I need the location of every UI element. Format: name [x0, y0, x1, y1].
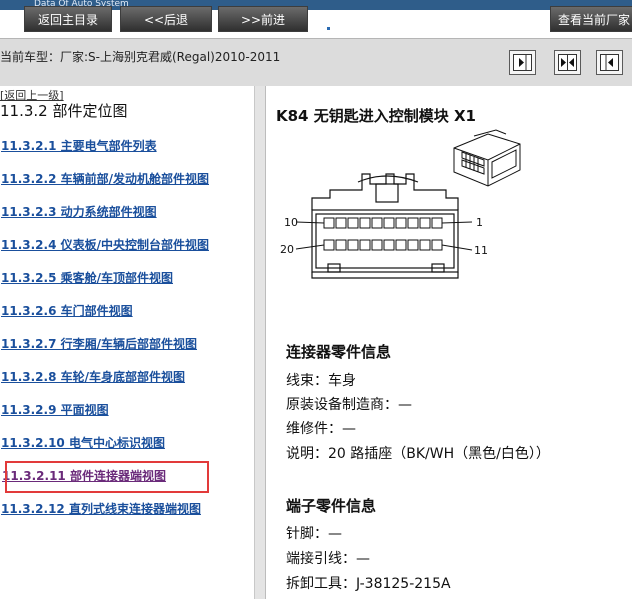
sidebar-item-doors[interactable]: 11.3.2.6 车门部件视图 [1, 302, 133, 319]
connector-harness: 线束：车身 [286, 373, 356, 389]
pin-label-20: 20 [280, 243, 294, 256]
layout-left-icon[interactable] [509, 50, 536, 75]
sidebar-item-inline-connectors[interactable]: 11.3.2.12 直列式线束连接器端视图 [1, 500, 201, 517]
sidebar-item-passenger-roof[interactable]: 11.3.2.5 乘客舱/车顶部件视图 [1, 269, 173, 286]
pin-label-1: 1 [476, 216, 483, 229]
sidebar-item-front-engine[interactable]: 11.3.2.2 车辆前部/发动机舱部件视图 [1, 170, 209, 187]
sidebar-item-electrical-center[interactable]: 11.3.2.10 电气中心标识视图 [1, 434, 165, 451]
pin-label-11: 11 [474, 244, 488, 257]
sidebar-panel: [返回上一级] 11.3.2 部件定位图 11.3.2.1 主要电气部件列表 1… [0, 86, 254, 599]
connector-description: 说明：20 路插座（BK/WH（黑色/白色）） [286, 446, 550, 462]
current-vehicle-label: 当前车型：厂家:S-上海别克君威(Regal)2010-2011 [0, 50, 281, 64]
layout-right-icon[interactable] [596, 50, 623, 75]
terminal-lead: 端接引线：— [286, 551, 370, 567]
connector-oem: 原装设备制造商：— [286, 397, 412, 413]
terminal-pin: 针脚：— [286, 526, 342, 542]
back-to-main-button[interactable]: 返回主目录 [24, 6, 112, 32]
view-current-manufacturer-button[interactable]: 查看当前厂家 [550, 6, 632, 32]
layout-split-icon[interactable] [554, 50, 581, 75]
terminal-removal-tool: 拆卸工具：J-38125-215A [286, 576, 451, 592]
highlight-box [5, 461, 209, 493]
terminal-info-title: 端子零件信息 [286, 497, 377, 515]
forward-button[interactable]: >>前进 [218, 6, 308, 32]
back-button[interactable]: <<后退 [120, 6, 212, 32]
connector-info-title: 连接器零件信息 [286, 343, 392, 361]
content-panel: K84 无钥匙进入控制模块 X1 10 1 20 11 连接器零件信息 线束：车… [266, 86, 632, 599]
section-title: 11.3.2 部件定位图 [0, 102, 128, 120]
sidebar-item-powertrain[interactable]: 11.3.2.3 动力系统部件视图 [1, 203, 157, 220]
connector-service-part: 维修件：— [286, 421, 356, 437]
dot-marker [327, 27, 330, 30]
pin-label-10: 10 [284, 216, 298, 229]
connector-diagram: 10 1 20 11 [280, 129, 521, 279]
module-title: K84 无钥匙进入控制模块 X1 [276, 107, 476, 125]
vehicle-bar: 当前车型：厂家:S-上海别克君威(Regal)2010-2011 [0, 38, 632, 86]
sidebar-item-main-parts-list[interactable]: 11.3.2.1 主要电气部件列表 [1, 137, 157, 154]
sidebar-item-trunk-rear[interactable]: 11.3.2.7 行李厢/车辆后部部件视图 [1, 335, 197, 352]
sidebar-item-wheels-underbody[interactable]: 11.3.2.8 车轮/车身底部部件视图 [1, 368, 185, 385]
panel-splitter[interactable] [254, 86, 266, 599]
sidebar-item-plan-view[interactable]: 11.3.2.9 平面视图 [1, 401, 109, 418]
sidebar-item-instrument-panel[interactable]: 11.3.2.4 仪表板/中央控制台部件视图 [1, 236, 209, 253]
top-toolbar: Data Of Auto System 返回主目录 <<后退 >>前进 查看当前… [0, 0, 632, 38]
